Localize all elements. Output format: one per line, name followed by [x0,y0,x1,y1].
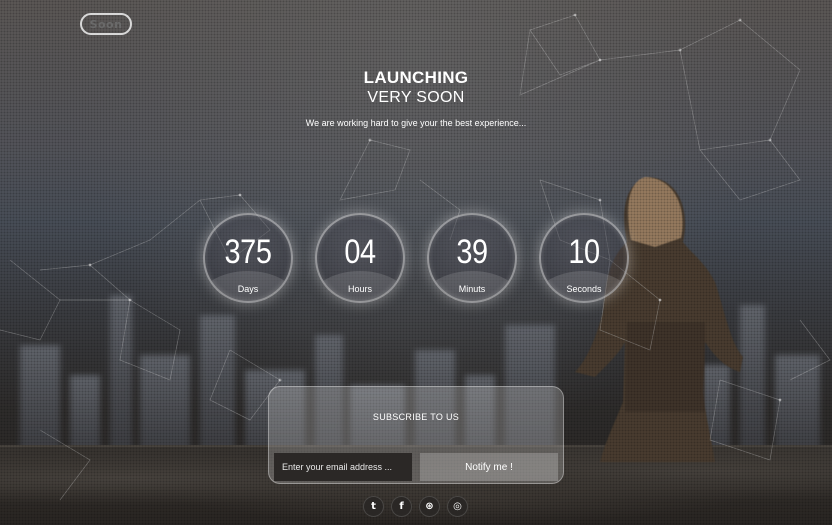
logo[interactable]: Soon [80,13,132,35]
countdown-hours-label: Hours [347,284,372,294]
countdown-seconds-value: 10 [568,233,600,271]
social-links: t f ⊛ ◎ [363,496,468,517]
countdown-hours-value: 04 [344,233,376,271]
countdown-seconds: 10 Seconds [539,213,629,303]
page: Soon LAUNCHING VERY SOON We are working … [0,0,832,525]
countdown-days: 375 Days [203,213,293,303]
countdown-minutes-value: 39 [456,233,488,271]
subscribe-title: SUBSCRIBE TO US [372,412,460,422]
subscribe-panel: SUBSCRIBE TO US Notify me ! [268,386,564,484]
logo-text: Soon [89,17,123,31]
countdown-days-label: Days [237,284,259,294]
countdown-days-value: 375 [224,233,272,271]
countdown-seconds-label: Seconds [566,284,602,294]
page-title-line1: LAUNCHING [363,68,469,87]
notify-button[interactable]: Notify me ! [420,453,558,481]
instagram-icon[interactable]: ◎ [447,496,468,517]
countdown-minutes-label: Minuts [458,284,486,294]
countdown-hours: 04 Hours [315,213,405,303]
email-field[interactable] [274,453,412,481]
facebook-icon[interactable]: f [391,496,412,517]
tagline: We are working hard to give your the bes… [305,118,527,128]
countdown-minutes: 39 Minuts [427,213,517,303]
dribbble-icon[interactable]: ⊛ [419,496,440,517]
twitter-icon[interactable]: t [363,496,384,517]
page-title-line2: VERY SOON [367,89,465,106]
